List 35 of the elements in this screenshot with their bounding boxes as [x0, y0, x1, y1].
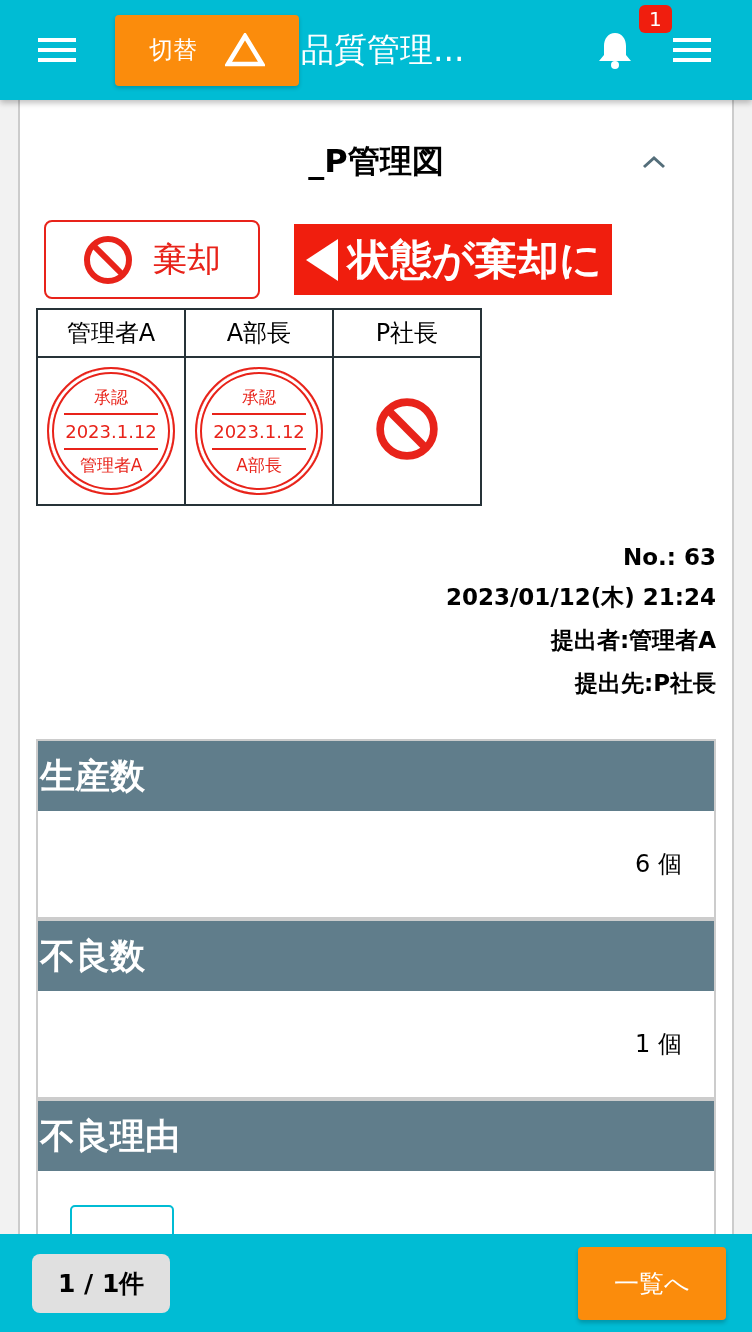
toggle-button[interactable]	[70, 1205, 174, 1234]
field-label: 生産数	[40, 754, 145, 798]
approver-name: P社長	[333, 309, 481, 357]
list-button[interactable]: 一覧へ	[578, 1246, 726, 1320]
field-value: 1 個	[635, 1029, 682, 1060]
field-label: 不良数	[40, 934, 145, 978]
menu-icon[interactable]	[673, 36, 711, 64]
chevron-up-icon[interactable]	[642, 155, 666, 169]
stamp-name: 管理者A	[79, 453, 143, 477]
prohibited-icon	[83, 234, 133, 285]
triangle-icon	[225, 33, 265, 67]
stamp-label: 承認	[94, 385, 128, 409]
approver-name: A部長	[185, 309, 333, 357]
meta-text: 2023/01/12(木) 21:24	[445, 583, 716, 612]
left-triangle-icon	[304, 236, 340, 283]
stamp-name: A部長	[236, 453, 282, 477]
stamp-date: 2023.1.12	[212, 412, 306, 450]
menu-icon[interactable]	[38, 36, 76, 64]
meta-text: No.: 63	[623, 544, 716, 570]
approver-name: 管理者A	[37, 309, 185, 357]
switch-button[interactable]: 切替	[115, 14, 299, 86]
stamp-date: 2023.1.12	[64, 412, 158, 450]
prohibited-icon	[375, 397, 439, 461]
notification-icon[interactable]	[597, 30, 633, 70]
field-label: 不良理由	[40, 1114, 180, 1158]
meta-text: 提出先:P社長	[574, 669, 716, 698]
notification-badge: 1	[639, 5, 672, 33]
form-title: _P管理図	[308, 141, 444, 182]
meta-text: 提出者:管理者A	[551, 626, 716, 655]
field-value: 6 個	[635, 849, 682, 880]
stamp-label: 承認	[242, 385, 276, 409]
status-callout-text: 状態が棄却に	[348, 233, 602, 286]
reject-button[interactable]: 棄却	[44, 220, 260, 299]
app-title: 品質管理...	[301, 28, 465, 71]
page-counter: 1 / 1件	[32, 1253, 171, 1313]
